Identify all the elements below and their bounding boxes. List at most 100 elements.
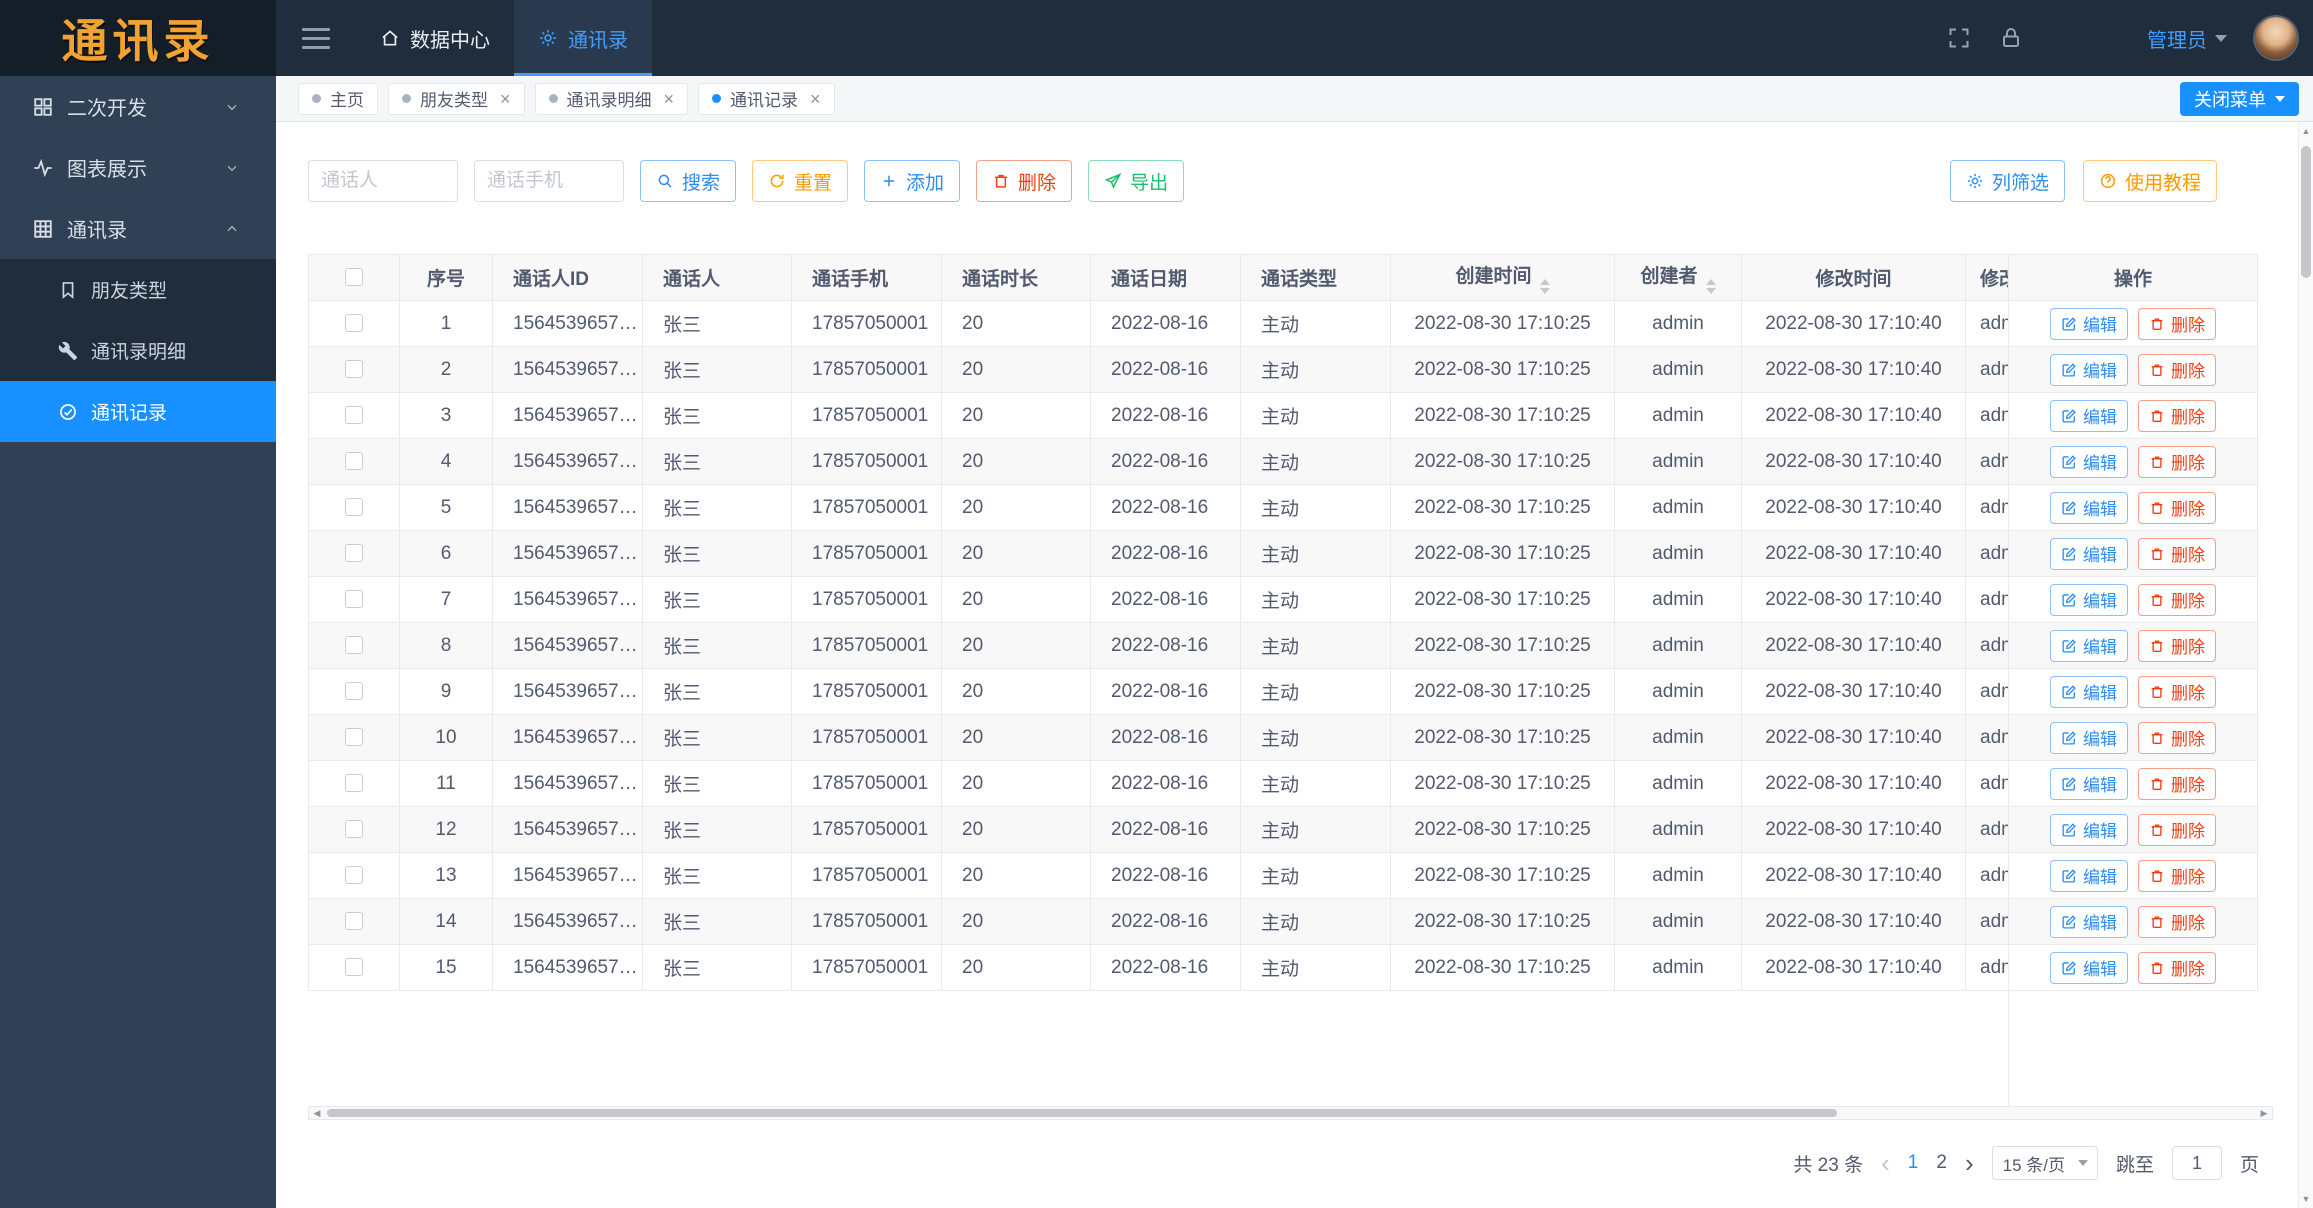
column-filter-button[interactable]: 列筛选 <box>1949 160 2065 202</box>
scroll-right-button[interactable]: ▶ <box>2256 1107 2272 1119</box>
edit-button[interactable]: 编辑 <box>2050 537 2128 570</box>
edit-button[interactable]: 编辑 <box>2050 445 2128 478</box>
delete-button[interactable]: 删除 <box>2138 675 2216 708</box>
delete-button[interactable]: 删除 <box>2138 491 2216 524</box>
tab-home[interactable]: 主页 <box>298 82 378 115</box>
batch-delete-button[interactable]: 删除 <box>976 160 1073 202</box>
sort-carets-icon[interactable] <box>1539 279 1550 294</box>
delete-button[interactable]: 删除 <box>2138 859 2216 892</box>
row-checkbox[interactable] <box>345 774 363 793</box>
close-icon[interactable]: × <box>500 90 511 108</box>
row-checkbox[interactable] <box>345 958 363 977</box>
cell-caller_id: 1564539657… <box>492 530 643 577</box>
edit-button[interactable]: 编辑 <box>2050 859 2128 892</box>
select-all-checkbox[interactable] <box>345 268 363 287</box>
tutorial-button[interactable]: 使用教程 <box>2082 160 2217 202</box>
phone-input[interactable] <box>474 160 624 202</box>
edit-button[interactable]: 编辑 <box>2050 399 2128 432</box>
export-button[interactable]: 导出 <box>1088 160 1185 202</box>
edit-button[interactable]: 编辑 <box>2050 307 2128 340</box>
add-button[interactable]: 添加 <box>864 160 961 202</box>
delete-button[interactable]: 删除 <box>2138 537 2216 570</box>
sort-carets-icon[interactable] <box>1705 279 1716 294</box>
delete-button[interactable]: 删除 <box>2138 445 2216 478</box>
delete-button[interactable]: 删除 <box>2138 307 2216 340</box>
delete-button[interactable]: 删除 <box>2138 905 2216 938</box>
cell-duration: 20 <box>941 438 1091 485</box>
edit-button[interactable]: 编辑 <box>2050 951 2128 984</box>
column-header-created[interactable]: 创建时间 <box>1390 254 1615 301</box>
row-checkbox[interactable] <box>345 360 363 379</box>
edit-button[interactable]: 编辑 <box>2050 629 2128 662</box>
sidebar-item-secondary-dev[interactable]: 二次开发 <box>0 76 276 137</box>
delete-button[interactable]: 删除 <box>2138 353 2216 386</box>
tab-friend-type[interactable]: 朋友类型 × <box>388 82 525 115</box>
page-size-select[interactable]: 15 条/页 <box>1991 1146 2098 1180</box>
sidebar-item-friend-type[interactable]: 朋友类型 <box>0 259 276 320</box>
scroll-down-button[interactable]: ▼ <box>2299 1194 2313 1204</box>
scrollbar-thumb[interactable] <box>327 1109 1837 1117</box>
horizontal-scrollbar[interactable]: ◀ ▶ <box>308 1106 2273 1120</box>
search-button[interactable]: 搜索 <box>640 160 737 202</box>
hamburger-menu-icon[interactable] <box>276 0 356 76</box>
edit-button[interactable]: 编辑 <box>2050 721 2128 754</box>
prev-page-button[interactable]: ‹ <box>1881 1150 1890 1176</box>
edit-button[interactable]: 编辑 <box>2050 813 2128 846</box>
tab-call-records[interactable]: 通讯记录 × <box>698 82 835 115</box>
edit-button[interactable]: 编辑 <box>2050 353 2128 386</box>
edit-button[interactable]: 编辑 <box>2050 905 2128 938</box>
row-checkbox[interactable] <box>345 452 363 471</box>
delete-button[interactable]: 删除 <box>2138 951 2216 984</box>
delete-button[interactable]: 删除 <box>2138 583 2216 616</box>
sidebar-submenu: 朋友类型 通讯录明细 通讯记录 <box>0 259 276 442</box>
delete-button[interactable]: 删除 <box>2138 721 2216 754</box>
reset-button[interactable]: 重置 <box>752 160 849 202</box>
sidebar-item-contact-detail[interactable]: 通讯录明细 <box>0 320 276 381</box>
column-header-creator[interactable]: 创建者 <box>1614 254 1742 301</box>
row-checkbox[interactable] <box>345 866 363 885</box>
row-checkbox[interactable] <box>345 912 363 931</box>
sidebar-item-charts[interactable]: 图表展示 <box>0 137 276 198</box>
delete-button[interactable]: 删除 <box>2138 629 2216 662</box>
close-menu-button[interactable]: 关闭菜单 <box>2180 82 2299 116</box>
delete-button[interactable]: 删除 <box>2138 813 2216 846</box>
edit-button[interactable]: 编辑 <box>2050 583 2128 616</box>
fullscreen-icon[interactable] <box>1947 26 1971 50</box>
tab-contact-detail[interactable]: 通讯录明细 × <box>534 82 689 115</box>
cell-duration: 20 <box>941 898 1091 945</box>
row-checkbox[interactable] <box>345 728 363 747</box>
scroll-left-button[interactable]: ◀ <box>309 1107 325 1119</box>
nav-tab-data-center[interactable]: 数据中心 <box>356 0 514 76</box>
page-button-2[interactable]: 2 <box>1936 1152 1947 1174</box>
edit-button[interactable]: 编辑 <box>2050 767 2128 800</box>
vertical-scrollbar[interactable]: ▲ ▼ <box>2298 122 2313 1208</box>
row-checkbox[interactable] <box>345 314 363 333</box>
scroll-up-button[interactable]: ▲ <box>2299 122 2313 136</box>
cell-modified: 2022-08-30 17:10:40 <box>1741 668 1966 715</box>
row-checkbox[interactable] <box>345 820 363 839</box>
close-icon[interactable]: × <box>664 90 675 108</box>
page-button-1[interactable]: 1 <box>1908 1152 1919 1174</box>
row-checkbox[interactable] <box>345 498 363 517</box>
lock-icon[interactable] <box>1999 26 2023 50</box>
next-page-button[interactable]: › <box>1965 1150 1974 1176</box>
row-checkbox[interactable] <box>345 590 363 609</box>
row-checkbox[interactable] <box>345 406 363 425</box>
avatar[interactable] <box>2255 17 2297 59</box>
caller-input[interactable] <box>308 160 458 202</box>
edit-button[interactable]: 编辑 <box>2050 491 2128 524</box>
edit-button[interactable]: 编辑 <box>2050 675 2128 708</box>
delete-button[interactable]: 删除 <box>2138 767 2216 800</box>
sidebar-item-contacts[interactable]: 通讯录 <box>0 198 276 259</box>
nav-tab-contacts[interactable]: 通讯录 <box>514 0 652 76</box>
sidebar-item-call-records[interactable]: 通讯记录 <box>0 381 276 442</box>
delete-button[interactable]: 删除 <box>2138 399 2216 432</box>
close-icon[interactable]: × <box>810 90 821 108</box>
row-checkbox[interactable] <box>345 682 363 701</box>
scrollbar-thumb[interactable] <box>2301 146 2311 278</box>
row-checkbox[interactable] <box>345 636 363 655</box>
row-checkbox[interactable] <box>345 544 363 563</box>
cell-created: 2022-08-30 17:10:25 <box>1390 852 1615 899</box>
user-dropdown[interactable]: 管理员 <box>2147 24 2227 53</box>
jump-page-input[interactable] <box>2171 1146 2222 1180</box>
